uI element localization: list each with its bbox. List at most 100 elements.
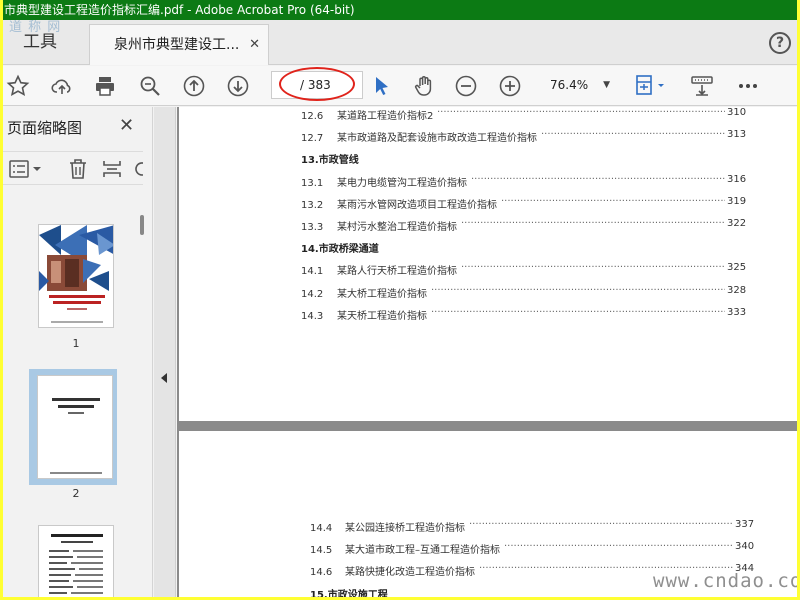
toc-entry-title: 某天桥工程造价指标: [337, 310, 427, 322]
toc-entry-leader: ········································…: [504, 541, 733, 553]
toc-entry-title: 某大桥工程造价指标: [337, 288, 427, 300]
toc-entry-number: 12.6: [301, 111, 324, 122]
toc-entry-page: 310: [727, 107, 747, 118]
toc-entry-number: 13.2: [301, 199, 324, 211]
zoom-in-icon[interactable]: [497, 73, 523, 99]
collapse-arrow-icon: [161, 373, 167, 383]
toc-entry-leader: ········································…: [471, 173, 725, 185]
highlight-ring: [279, 67, 355, 101]
toc-entry[interactable]: 13.3 某村污水整治工程造价指标 ························…: [301, 218, 751, 233]
window-title: 市典型建设工程造价指标汇编.pdf - Adobe Acrobat Pro (6…: [3, 0, 797, 20]
toc-entry-leader: ········································…: [469, 519, 733, 530]
toc-entry-title: 某雨污水管网改造项目工程造价指标: [337, 199, 497, 211]
toc-entry-title: 某路人行天桥工程造价指标: [337, 266, 457, 278]
toc-entry-title: 某电力电缆管沟工程造价指标: [337, 177, 467, 189]
close-tab-icon[interactable]: ✕: [249, 25, 260, 65]
tab-bar: 道 称 网 工具 泉州市典型建设工... ✕ ?: [3, 20, 797, 65]
toc-entry-number: 12.7: [301, 133, 324, 145]
thumbnail-label: 2: [72, 487, 80, 500]
toc-entry-page: 316: [727, 173, 747, 185]
thumbnail-options-icon[interactable]: [9, 159, 43, 183]
toc-entry-page: 340: [735, 541, 755, 553]
rotate-page-icon[interactable]: [131, 158, 143, 184]
page-fit-icon[interactable]: [631, 73, 671, 99]
toc-entry-leader: ········································…: [461, 262, 725, 274]
page-thumbnail-3[interactable]: [38, 525, 114, 597]
zoom-level-select[interactable]: 76.4% ▼: [540, 72, 618, 98]
document-view[interactable]: 12.6 某道路工程造价指标2 ··························…: [177, 107, 797, 597]
toc-entry-leader: ········································…: [431, 284, 725, 296]
panel-collapse-handle[interactable]: [154, 107, 176, 597]
toc-entry-number: 14.1: [301, 266, 324, 278]
close-panel-icon[interactable]: ✕: [119, 115, 134, 136]
toc-entry[interactable]: 14.4 某公园连接桥工程造价指标 ························…: [310, 519, 759, 534]
toc-entry-leader: ········································…: [541, 129, 725, 141]
toc-entry[interactable]: 13.1 某电力电缆管沟工程造价指标 ·······················…: [301, 174, 751, 189]
toc-entry-title: 某村污水整治工程造价指标: [337, 222, 457, 233]
toc-entry-title: 某路快捷化改造工程造价指标: [345, 567, 475, 579]
thumbnail-panel: 页面缩略图 ✕ 1 2: [3, 107, 153, 597]
toc-entry-page: 325: [727, 262, 747, 274]
toc-entry-number: 14.3: [301, 310, 324, 322]
print-icon[interactable]: [92, 73, 118, 99]
toc-entry-title: 某大道市政工程–互通工程造价指标: [345, 545, 500, 557]
toc-entry-number: 14.2: [301, 288, 324, 300]
toc-entry-leader: ········································…: [461, 218, 725, 229]
toc-entry[interactable]: 14.3 某天桥工程造价指标 ···························…: [301, 307, 751, 322]
zoom-level-value: 76.4%: [550, 78, 589, 92]
toc-entry-title: 某市政道路及配套设施市政改造工程造价指标: [337, 133, 537, 145]
toc-entry-page: 322: [727, 218, 747, 229]
toc-entry-title: 某公园连接桥工程造价指标: [345, 523, 465, 534]
panel-toolbar: [3, 151, 143, 185]
toc-entry-number: 13.3: [301, 222, 324, 233]
toc-entry[interactable]: 14.1 某路人行天桥工程造价指标 ························…: [301, 262, 751, 277]
toc-entry[interactable]: 13.2 某雨污水管网改造项目工程造价指标 ····················…: [301, 196, 751, 211]
page-thumbnail-2[interactable]: [37, 375, 113, 479]
toc-entry-page: 319: [727, 195, 747, 207]
toc-entry-leader: ········································…: [501, 195, 725, 207]
site-url-watermark: www.cndao.com: [653, 570, 797, 592]
hand-tool-icon[interactable]: [411, 73, 437, 99]
scroll-mode-icon[interactable]: [689, 73, 715, 99]
toc-entry-leader: ········································…: [431, 306, 725, 318]
panel-scrollbar[interactable]: [140, 215, 144, 235]
toc-entry-number: 14.5: [310, 545, 333, 557]
toc-entry-page: 337: [735, 519, 755, 530]
more-options-icon[interactable]: [735, 73, 761, 99]
toc-entry[interactable]: 12.6 某道路工程造价指标2 ··························…: [301, 107, 751, 122]
toc-entry-number: 14.6: [310, 567, 333, 579]
toc-entry-leader: ········································…: [437, 107, 725, 118]
toc-entry-page: 333: [727, 306, 747, 318]
toc-entry[interactable]: 12.7 某市政道路及配套设施市政改造工程造价指标 ················…: [301, 129, 751, 144]
previous-page-icon[interactable]: [181, 73, 207, 99]
thumbnail-label: 1: [72, 337, 80, 350]
toc-entry-page: 313: [727, 129, 747, 141]
tab-document[interactable]: 泉州市典型建设工... ✕: [89, 24, 269, 65]
next-page-icon[interactable]: [225, 73, 251, 99]
toc-section-heading: 15.市政设施工程: [310, 589, 388, 597]
toc-entry-number: 14.4: [310, 523, 333, 534]
toc-section-heading: 13.市政管线: [301, 155, 359, 167]
insert-page-icon[interactable]: [101, 158, 123, 184]
acrobat-window: 市典型建设工程造价指标汇编.pdf - Adobe Acrobat Pro (6…: [3, 0, 797, 597]
panel-title: 页面缩略图: [7, 119, 83, 137]
tab-document-label: 泉州市典型建设工...: [114, 37, 240, 53]
toc-entry-number: 13.1: [301, 177, 324, 189]
zoom-search-icon[interactable]: [137, 73, 163, 99]
chevron-down-icon: ▼: [603, 80, 610, 90]
pdf-page: 12.6 某道路工程造价指标2 ··························…: [179, 107, 797, 421]
toc-entry[interactable]: 14.5 某大道市政工程–互通工程造价指标 ····················…: [310, 541, 759, 556]
toc-section-heading: 14.市政桥梁通道: [301, 244, 379, 256]
toc-entry[interactable]: 14.2 某大桥工程造价指标 ···························…: [301, 285, 751, 300]
toc-entry-page: 328: [727, 284, 747, 296]
page-thumbnail-1[interactable]: [38, 224, 114, 328]
help-icon[interactable]: ?: [769, 32, 791, 54]
tab-tools[interactable]: 工具: [3, 20, 89, 65]
toc-entry-title: 某道路工程造价指标2: [337, 111, 434, 122]
select-cursor-icon[interactable]: [369, 73, 395, 99]
cloud-upload-icon[interactable]: [49, 73, 75, 99]
delete-page-icon[interactable]: [67, 158, 89, 184]
zoom-out-icon[interactable]: [453, 73, 479, 99]
main-toolbar: / 383 76.4% ▼: [3, 66, 797, 106]
bookmark-star-icon[interactable]: [5, 73, 31, 99]
